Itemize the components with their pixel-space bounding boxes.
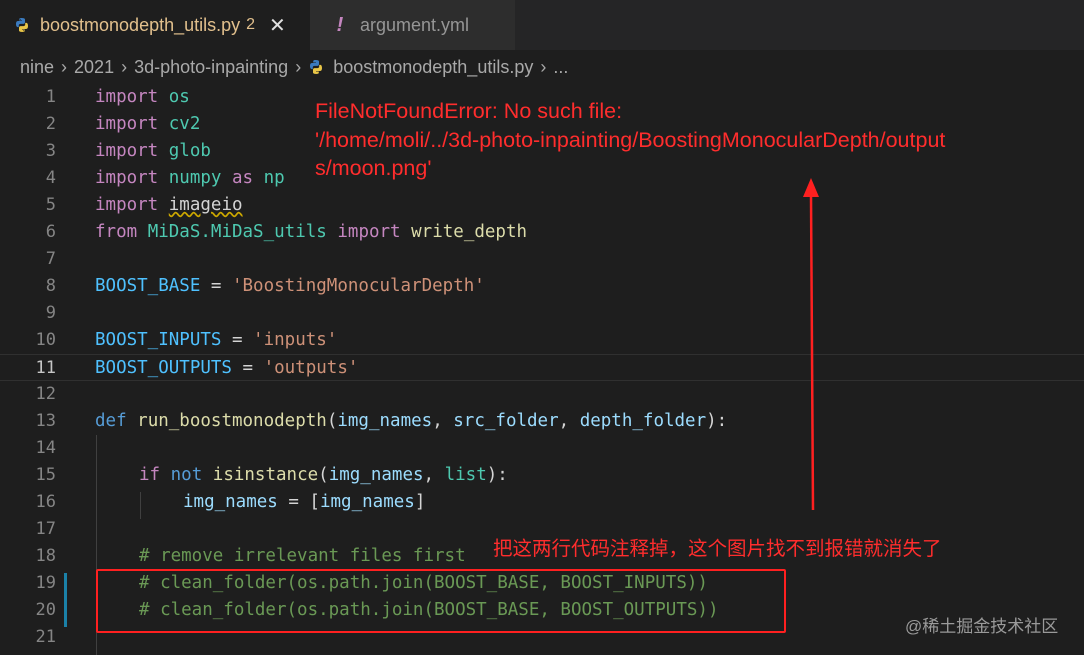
watermark: @稀土掘金技术社区 (905, 617, 1059, 636)
note-annotation: 把这两行代码注释掉，这个图片找不到报错就消失了 (493, 538, 942, 560)
highlight-box (96, 569, 786, 633)
